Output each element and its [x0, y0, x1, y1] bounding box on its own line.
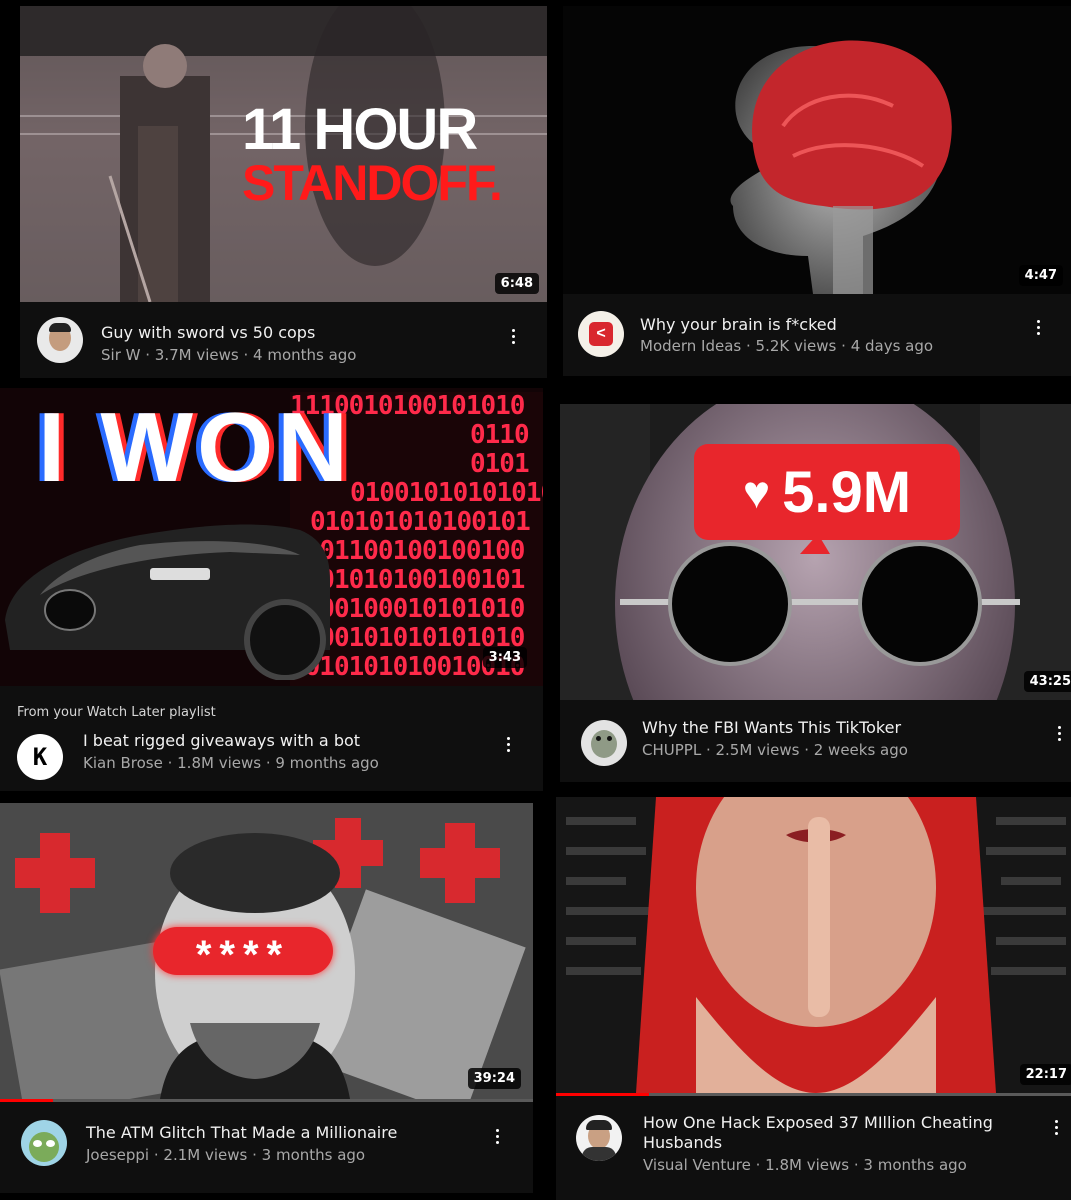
censor-bar: **** [153, 927, 333, 977]
video-card-1[interactable]: 11 HOUR STANDOFF. 6:48 Guy with sword vs… [20, 6, 547, 378]
channel-name[interactable]: Visual Venture [643, 1156, 751, 1174]
thumbnail-headline-1: 11 HOUR [242, 97, 478, 162]
separator: · [140, 346, 155, 364]
video-meta: Why the FBI Wants This TikToker CHUPPL ·… [560, 700, 1071, 782]
upload-age: 3 months ago [261, 1146, 366, 1164]
playlist-note: From your Watch Later playlist [17, 705, 216, 720]
duration-badge: 43:25 [1023, 671, 1071, 692]
video-thumbnail[interactable]: ♥ 5.9M 43:25 [560, 404, 1071, 700]
separator: · [261, 754, 276, 772]
video-subtitle: Visual Venture · 1.8M views · 3 months a… [643, 1156, 967, 1174]
video-card-2[interactable]: 4:47 < Why your brain is f*cked Modern I… [563, 6, 1071, 376]
upload-age: 3 months ago [863, 1156, 967, 1174]
video-card-5[interactable]: **** 39:24 The ATM Glitch That Made a Mi… [0, 803, 533, 1193]
duration-badge: 22:17 [1019, 1064, 1071, 1085]
view-count: 1.8M views [765, 1156, 850, 1174]
video-title-line-1: How One Hack Exposed 37 MIllion Cheating [643, 1113, 993, 1132]
video-card-4[interactable]: ♥ 5.9M 43:25 Why the FBI Wants This TikT… [560, 404, 1071, 782]
upload-age: 4 months ago [253, 346, 357, 364]
duration-badge: 4:47 [1018, 265, 1063, 286]
video-title[interactable]: How One Hack Exposed 37 MIllion Cheating… [643, 1113, 1023, 1153]
video-meta: K I beat rigged giveaways with a bot Kia… [0, 721, 543, 791]
channel-avatar[interactable]: K [17, 734, 63, 780]
channel-avatar[interactable] [21, 1120, 67, 1166]
channel-avatar[interactable] [576, 1115, 622, 1161]
video-title[interactable]: The ATM Glitch That Made a Millionaire [86, 1123, 397, 1143]
censor-text: **** [195, 933, 291, 977]
video-subtitle: Joeseppi · 2.1M views · 3 months ago [86, 1146, 365, 1164]
video-subtitle: Sir W · 3.7M views · 4 months ago [101, 346, 357, 364]
heart-icon: ♥ [742, 466, 771, 518]
channel-avatar[interactable] [581, 720, 627, 766]
duration-badge: 3:43 [482, 647, 527, 668]
separator: · [741, 337, 756, 355]
upload-age: 2 weeks ago [813, 741, 908, 759]
video-subtitle: Kian Brose · 1.8M views · 9 months ago [83, 754, 379, 772]
separator: · [149, 1146, 164, 1164]
like-count: 5.9M [782, 459, 912, 525]
separator: · [849, 1156, 864, 1174]
video-thumbnail[interactable]: 4:47 [563, 6, 1071, 294]
channel-name[interactable]: Joeseppi [86, 1146, 149, 1164]
kebab-menu-icon[interactable] [1028, 314, 1048, 340]
kebab-menu-icon[interactable] [498, 731, 518, 757]
video-meta: < Why your brain is f*cked Modern Ideas … [563, 294, 1071, 376]
view-count: 2.5M views [715, 741, 800, 759]
separator: · [162, 754, 178, 772]
upload-age: 4 days ago [850, 337, 934, 355]
view-count: 1.8M views [177, 754, 262, 772]
channel-name[interactable]: Modern Ideas [640, 337, 741, 355]
kebab-menu-icon[interactable] [487, 1123, 507, 1149]
kebab-menu-icon[interactable] [1049, 720, 1069, 746]
video-meta: Guy with sword vs 50 cops Sir W · 3.7M v… [20, 302, 547, 378]
separator: · [799, 741, 814, 759]
video-subtitle: Modern Ideas · 5.2K views · 4 days ago [640, 337, 933, 355]
view-count: 5.2K views [755, 337, 837, 355]
kebab-menu-icon[interactable] [1046, 1114, 1066, 1140]
channel-avatar[interactable]: < [578, 311, 624, 357]
video-card-6[interactable]: 22:17 How One Hack Exposed 37 MIllion Ch… [556, 797, 1071, 1200]
video-meta: How One Hack Exposed 37 MIllion Cheating… [556, 1096, 1071, 1200]
video-title[interactable]: Guy with sword vs 50 cops [101, 323, 315, 343]
video-subtitle: CHUPPL · 2.5M views · 2 weeks ago [642, 741, 908, 759]
thumbnail-art [556, 797, 1071, 1093]
separator: · [701, 741, 716, 759]
video-meta: The ATM Glitch That Made a Millionaire J… [0, 1102, 533, 1193]
video-title[interactable]: Why your brain is f*cked [640, 315, 837, 335]
video-thumbnail[interactable]: 22:17 [556, 797, 1071, 1093]
video-card-3[interactable]: 1110010100101010 0110 0101 0100101010101… [0, 388, 543, 791]
video-title-line-2: Husbands [643, 1133, 723, 1152]
channel-name[interactable]: Kian Brose [83, 754, 163, 772]
separator: · [750, 1156, 766, 1174]
video-thumbnail[interactable]: 1110010100101010 0110 0101 0100101010101… [0, 388, 543, 686]
duration-badge: 39:24 [467, 1068, 521, 1089]
channel-avatar[interactable] [37, 317, 83, 363]
view-count: 2.1M views [163, 1146, 248, 1164]
upload-age: 9 months ago [275, 754, 379, 772]
like-bubble: ♥ 5.9M [694, 444, 960, 540]
channel-name[interactable]: CHUPPL [642, 741, 701, 759]
channel-logo-glyph: < [589, 322, 613, 346]
channel-logo-glyph: K [32, 743, 48, 771]
video-title[interactable]: Why the FBI Wants This TikToker [642, 718, 901, 738]
separator: · [238, 346, 254, 364]
video-title[interactable]: I beat rigged giveaways with a bot [83, 731, 360, 751]
thumbnail-art [730, 40, 952, 294]
duration-badge: 6:48 [494, 273, 539, 294]
car-art [5, 524, 330, 680]
video-thumbnail[interactable]: **** 39:24 [0, 803, 533, 1099]
thumbnail-headline: I WON [38, 392, 352, 502]
channel-name[interactable]: Sir W [101, 346, 140, 364]
thumbnail-headline-2: STANDOFF. [242, 155, 503, 211]
separator: · [247, 1146, 262, 1164]
video-thumbnail[interactable]: 11 HOUR STANDOFF. 6:48 [20, 6, 547, 302]
view-count: 3.7M views [154, 346, 239, 364]
kebab-menu-icon[interactable] [503, 323, 523, 349]
separator: · [836, 337, 851, 355]
